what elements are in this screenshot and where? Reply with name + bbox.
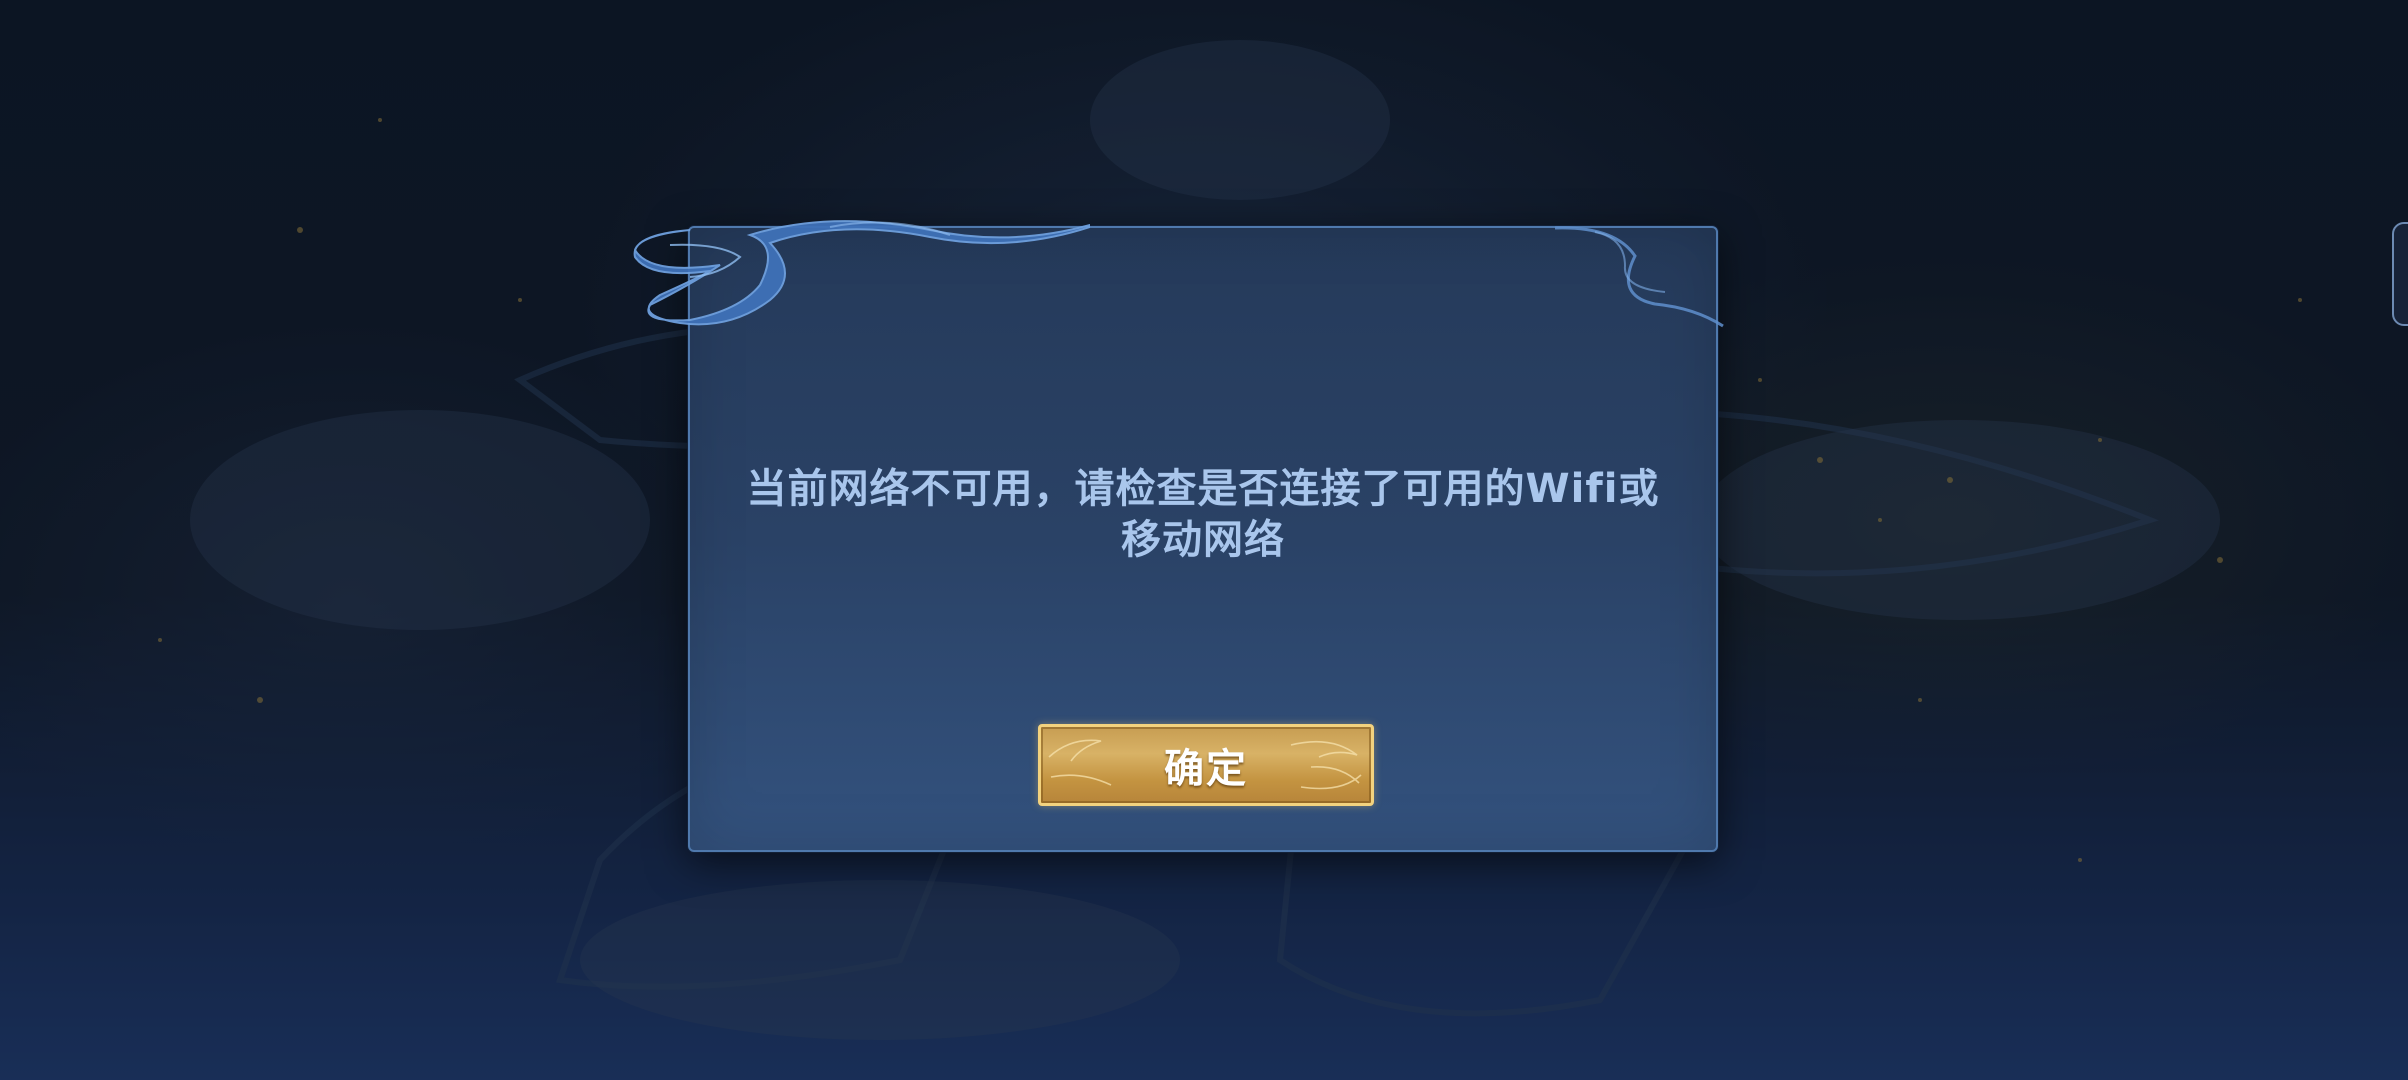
confirm-button[interactable]: 确定 — [1038, 724, 1374, 806]
side-tab-icon[interactable] — [2392, 222, 2408, 326]
cloud-swirl-right-icon — [1555, 226, 1724, 328]
cloud-swirl-icon — [633, 220, 1090, 326]
game-screen: 当前网络不可用，请检查是否连接了可用的Wifi或移动网络 确定 — [0, 0, 2408, 1080]
dialog-message: 当前网络不可用，请检查是否连接了可用的Wifi或移动网络 — [746, 466, 1660, 563]
confirm-label: 确定 — [1164, 746, 1248, 792]
